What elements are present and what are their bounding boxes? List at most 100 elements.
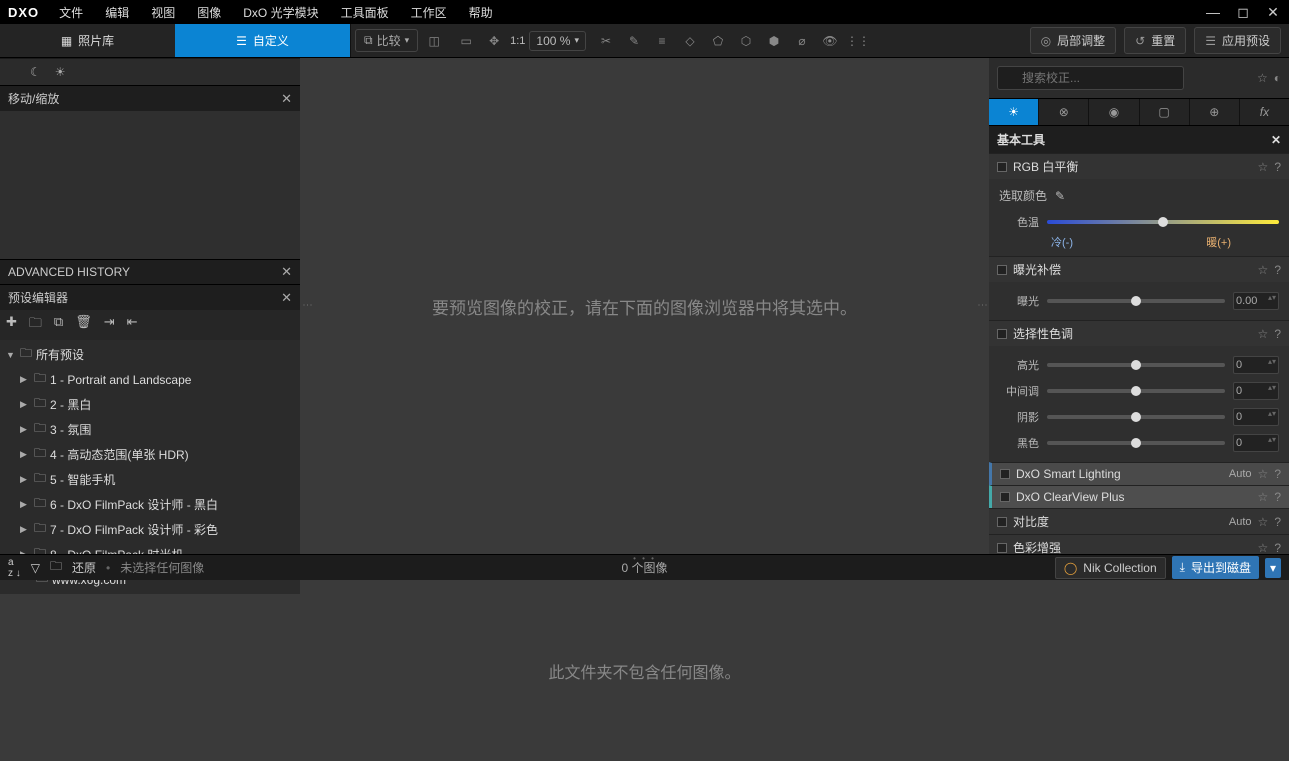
- help-icon[interactable]: ?: [1274, 263, 1281, 277]
- help-icon[interactable]: ?: [1274, 327, 1281, 341]
- filter-icon[interactable]: ▽: [31, 561, 40, 575]
- redeye-icon[interactable]: ⌀: [790, 34, 814, 48]
- eyedropper-icon[interactable]: ✎: [622, 34, 646, 48]
- repair-icon[interactable]: ⬢: [762, 34, 786, 48]
- panel-adv-history-header[interactable]: ADVANCED HISTORY ✕: [0, 259, 300, 284]
- sun-icon[interactable]: ☀: [55, 65, 66, 79]
- apply-preset-button[interactable]: ☰ 应用预设: [1194, 27, 1281, 54]
- help-icon[interactable]: ?: [1274, 541, 1281, 555]
- eyedropper-icon[interactable]: ✎: [1055, 189, 1065, 203]
- help-icon[interactable]: ?: [1274, 515, 1281, 529]
- panel-move-zoom-header[interactable]: 移动/缩放 ✕: [0, 85, 300, 111]
- help-icon[interactable]: ?: [1274, 467, 1281, 481]
- sort-icon[interactable]: az ↓: [8, 557, 21, 579]
- star-icon[interactable]: ☆: [1258, 490, 1269, 504]
- moon-icon[interactable]: ☾: [30, 65, 41, 79]
- checkbox[interactable]: [1000, 469, 1010, 479]
- local-adjust-button[interactable]: ◎ 局部调整: [1030, 27, 1117, 54]
- midtones-slider[interactable]: [1047, 389, 1225, 393]
- nik-collection-button[interactable]: ◯ Nik Collection: [1055, 557, 1166, 579]
- midtones-value[interactable]: 0▴▾: [1233, 382, 1279, 400]
- star-icon[interactable]: ☆: [1258, 327, 1269, 341]
- panel-preset-editor-header[interactable]: 预设编辑器 ✕: [0, 284, 300, 310]
- tree-item[interactable]: ▶🗀3 - 氛围: [0, 417, 300, 442]
- close-icon[interactable]: ✕: [281, 264, 292, 280]
- help-icon[interactable]: ?: [1274, 490, 1281, 504]
- new-folder-icon[interactable]: 🗀: [29, 314, 42, 336]
- horizon-icon[interactable]: ≡: [650, 34, 674, 48]
- duplicate-icon[interactable]: ⧉: [54, 314, 63, 336]
- splitter-right[interactable]: ⋮: [975, 58, 989, 554]
- splitter-left[interactable]: ⋮: [300, 58, 314, 554]
- toggle-icon[interactable]: ◐: [1274, 71, 1281, 85]
- grid-overlay-icon[interactable]: ⋮⋮: [846, 34, 870, 48]
- menu-help[interactable]: 帮助: [459, 0, 503, 25]
- star-icon[interactable]: ☆: [1258, 263, 1269, 277]
- menu-workspace[interactable]: 工作区: [401, 0, 457, 25]
- close-icon[interactable]: ✕: [1271, 133, 1281, 147]
- star-icon[interactable]: ☆: [1258, 541, 1269, 555]
- tab-color[interactable]: ⊗: [1039, 99, 1089, 125]
- help-icon[interactable]: ?: [1274, 160, 1281, 174]
- import-icon[interactable]: ⇥: [104, 314, 115, 336]
- close-button[interactable]: ✕: [1265, 4, 1281, 21]
- perspective-icon[interactable]: ◇: [678, 34, 702, 48]
- section-basic-tools[interactable]: 基本工具 ✕: [989, 126, 1289, 153]
- reshape-icon[interactable]: ⬠: [706, 34, 730, 48]
- exposure-slider[interactable]: [1047, 299, 1225, 303]
- preview-icon[interactable]: 👁: [818, 34, 842, 48]
- compare-button[interactable]: ⧉ 比较 ▾: [355, 29, 418, 52]
- star-icon[interactable]: ☆: [1258, 160, 1269, 174]
- export-to-disk-button[interactable]: ⤓ 导出到磁盘: [1172, 556, 1259, 579]
- tree-item[interactable]: ▶🗀5 - 智能手机: [0, 467, 300, 492]
- checkbox[interactable]: [997, 517, 1007, 527]
- checkbox[interactable]: [1000, 492, 1010, 502]
- blacks-slider[interactable]: [1047, 441, 1225, 445]
- star-icon[interactable]: ☆: [1258, 515, 1269, 529]
- tree-item[interactable]: ▶🗀7 - DxO FilmPack 设计师 - 彩色: [0, 517, 300, 542]
- menu-file[interactable]: 文件: [49, 0, 93, 25]
- menu-edit[interactable]: 编辑: [95, 0, 139, 25]
- split-view-icon[interactable]: ◫: [422, 34, 446, 48]
- tab-light[interactable]: ☀: [989, 99, 1039, 125]
- tool-clearview-plus[interactable]: DxO ClearView Plus ☆ ?: [989, 485, 1289, 508]
- highlights-value[interactable]: 0▴▾: [1233, 356, 1279, 374]
- highlights-slider[interactable]: [1047, 363, 1225, 367]
- star-icon[interactable]: ☆: [1258, 467, 1269, 481]
- checkbox[interactable]: [997, 543, 1007, 553]
- close-icon[interactable]: ✕: [281, 91, 292, 107]
- pan-icon[interactable]: ✥: [482, 34, 506, 48]
- menu-tools[interactable]: 工具面板: [331, 0, 399, 25]
- shadows-slider[interactable]: [1047, 415, 1225, 419]
- tree-item[interactable]: ▶🗀2 - 黑白: [0, 392, 300, 417]
- tree-item[interactable]: ▶🗀1 - Portrait and Landscape: [0, 367, 300, 392]
- menu-image[interactable]: 图像: [187, 0, 231, 25]
- one-to-one-button[interactable]: 1:1: [510, 35, 525, 47]
- checkbox[interactable]: [997, 265, 1007, 275]
- tool-selective-tone[interactable]: 选择性色调 ☆ ?: [989, 320, 1289, 346]
- tab-effects[interactable]: fx: [1240, 99, 1289, 125]
- mode-library[interactable]: ▦ 照片库: [0, 24, 175, 57]
- minimize-button[interactable]: —: [1205, 4, 1221, 21]
- search-input[interactable]: [997, 66, 1184, 90]
- export-icon[interactable]: ⇤: [127, 314, 138, 336]
- tree-root[interactable]: ▼ 🗀 所有预设: [0, 342, 300, 367]
- new-preset-icon[interactable]: ✚: [6, 314, 17, 336]
- fit-icon[interactable]: ▭: [454, 34, 478, 48]
- tab-geometry[interactable]: ▢: [1140, 99, 1190, 125]
- restore-label[interactable]: 还原: [72, 559, 96, 576]
- zoom-selector[interactable]: 100 % ▾: [529, 31, 586, 51]
- reset-button[interactable]: ↺ 重置: [1124, 27, 1186, 54]
- tool-contrast[interactable]: 对比度 Auto ☆ ?: [989, 508, 1289, 534]
- shadows-value[interactable]: 0▴▾: [1233, 408, 1279, 426]
- delete-icon[interactable]: 🗑: [75, 314, 92, 336]
- export-dropdown[interactable]: ▾: [1265, 558, 1281, 578]
- tool-rgb-balance[interactable]: RGB 白平衡 ☆ ?: [989, 153, 1289, 179]
- color-temp-slider[interactable]: [1047, 220, 1279, 224]
- tree-item[interactable]: ▶🗀6 - DxO FilmPack 设计师 - 黑白: [0, 492, 300, 517]
- tool-exposure-comp[interactable]: 曝光补偿 ☆ ?: [989, 256, 1289, 282]
- checkbox[interactable]: [997, 162, 1007, 172]
- blacks-value[interactable]: 0▴▾: [1233, 434, 1279, 452]
- mask-icon[interactable]: ⬡: [734, 34, 758, 48]
- menu-view[interactable]: 视图: [141, 0, 185, 25]
